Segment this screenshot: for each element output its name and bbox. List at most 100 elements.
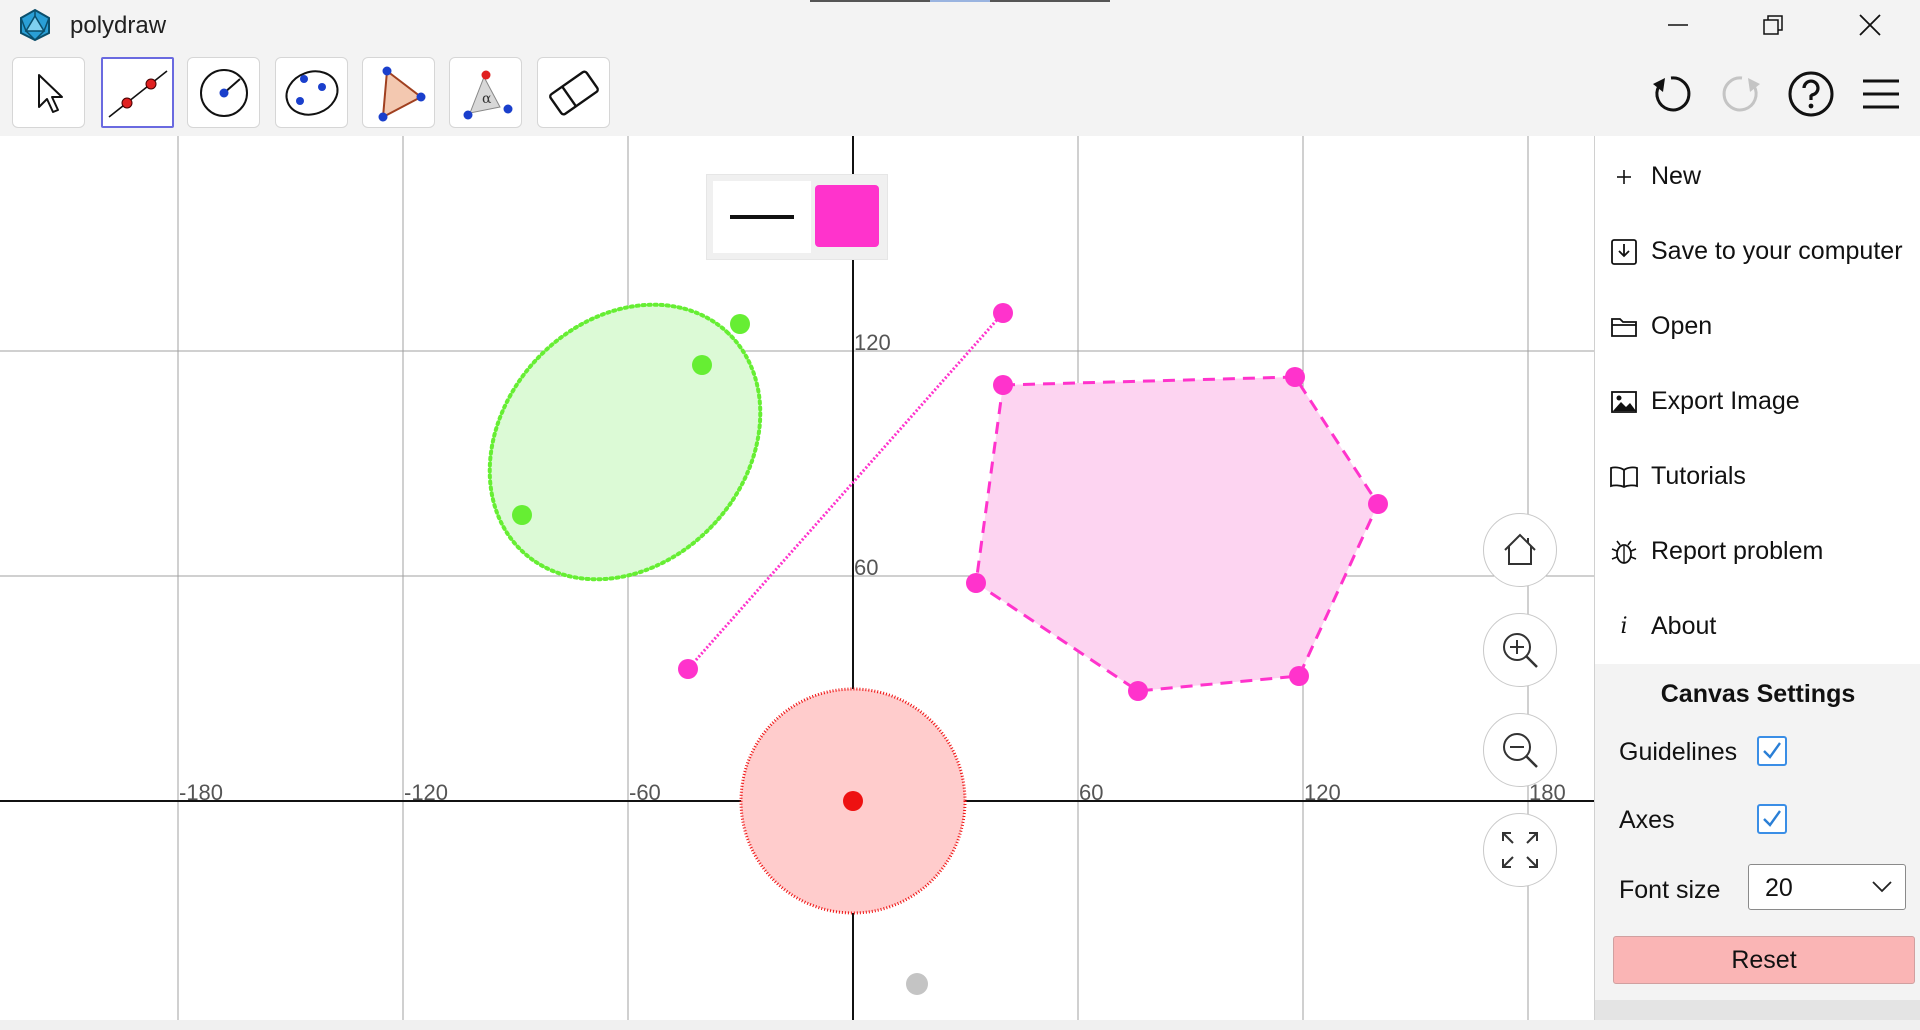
home-view-button[interactable] bbox=[1483, 513, 1557, 587]
line-tool-button[interactable] bbox=[101, 57, 174, 128]
menu-item-label: New bbox=[1651, 162, 1702, 190]
ellipse-tool-icon bbox=[285, 69, 338, 116]
angle-tool-icon: α bbox=[463, 70, 512, 119]
y-axis-tick-label: 120 bbox=[854, 330, 891, 355]
svg-text:α: α bbox=[482, 91, 492, 107]
menu-item-tutorials[interactable]: Tutorials bbox=[1595, 439, 1920, 514]
menu-item-label: Tutorials bbox=[1651, 462, 1746, 490]
ellipse-control-point bbox=[730, 314, 750, 334]
reset-button[interactable]: Reset bbox=[1613, 936, 1915, 984]
hamburger-menu-icon bbox=[1863, 79, 1899, 109]
angle-tool-button[interactable]: α bbox=[449, 57, 522, 128]
close-icon bbox=[1859, 14, 1881, 36]
checkmark-icon bbox=[1763, 810, 1781, 827]
image-icon bbox=[1611, 390, 1637, 413]
chevron-down-icon bbox=[1872, 881, 1892, 893]
select-tool-button[interactable] bbox=[12, 57, 85, 128]
settings-footer bbox=[1595, 1000, 1920, 1020]
guidelines-label: Guidelines bbox=[1619, 738, 1738, 766]
status-strip bbox=[0, 1020, 1920, 1030]
circle-tool-button[interactable] bbox=[187, 57, 260, 128]
undo-icon bbox=[1653, 76, 1691, 112]
zoom-in-icon bbox=[1503, 633, 1538, 668]
menu-item-label: Export Image bbox=[1651, 387, 1800, 415]
drawing-canvas[interactable]: -180-120-6006012018060120 bbox=[0, 136, 1594, 1020]
polygon-vertex bbox=[993, 375, 1013, 395]
x-axis-tick-label: -120 bbox=[404, 780, 448, 805]
menu-item-about[interactable]: i About bbox=[1595, 589, 1920, 664]
hamburger-menu-button[interactable] bbox=[1855, 68, 1907, 120]
circle-center-point bbox=[843, 791, 863, 811]
restore-icon bbox=[1763, 15, 1783, 35]
help-button[interactable] bbox=[1785, 68, 1837, 120]
minimize-button[interactable] bbox=[1646, 0, 1710, 50]
fullscreen-icon bbox=[1502, 832, 1538, 868]
folder-icon bbox=[1611, 317, 1637, 337]
canvas-settings-title: Canvas Settings bbox=[1660, 680, 1856, 708]
line-style-button[interactable] bbox=[713, 181, 811, 253]
line-tool-icon bbox=[108, 69, 167, 118]
color-swatch-button[interactable] bbox=[815, 185, 879, 247]
undo-button[interactable] bbox=[1645, 68, 1697, 120]
polygon-vertex bbox=[966, 573, 986, 593]
zoom-out-icon bbox=[1503, 733, 1538, 768]
checkmark-icon bbox=[1763, 742, 1781, 759]
pink-polygon bbox=[974, 375, 1380, 693]
redo-icon bbox=[1722, 76, 1760, 112]
ellipse-control-point bbox=[692, 355, 712, 375]
cursor-dot bbox=[906, 973, 928, 995]
polygon-vertex bbox=[1128, 681, 1148, 701]
guidelines-checkbox[interactable] bbox=[1757, 736, 1787, 766]
zoom-in-button[interactable] bbox=[1483, 613, 1557, 687]
home-icon bbox=[1504, 533, 1536, 565]
x-axis-tick-label: 60 bbox=[1079, 780, 1103, 805]
menu-item-label: Save to your computer bbox=[1651, 237, 1903, 265]
pointer-icon bbox=[37, 73, 63, 113]
fullscreen-button[interactable] bbox=[1483, 813, 1557, 887]
polygon-vertex bbox=[1368, 494, 1388, 514]
menu-item-report-problem[interactable]: Report problem bbox=[1595, 514, 1920, 589]
info-icon: i bbox=[1620, 614, 1628, 639]
menu-item-new[interactable]: New bbox=[1595, 139, 1920, 214]
menu-item-export-image[interactable]: Export Image bbox=[1595, 364, 1920, 439]
polygon-vertex bbox=[1289, 666, 1309, 686]
title-bar: polydraw bbox=[0, 0, 1920, 50]
toolbar: α bbox=[0, 50, 1920, 136]
title-progress-line bbox=[810, 0, 1110, 2]
font-size-label: Font size bbox=[1619, 876, 1721, 904]
line-endpoint bbox=[993, 303, 1013, 323]
eraser-icon bbox=[548, 70, 599, 115]
side-menu: New Save to your computer Open Export Im… bbox=[1594, 136, 1920, 1020]
menu-item-label: Report problem bbox=[1651, 537, 1824, 565]
polydraw-logo-icon bbox=[20, 8, 50, 42]
redo-button[interactable] bbox=[1716, 68, 1768, 120]
axes-label: Axes bbox=[1619, 806, 1675, 834]
menu-item-open[interactable]: Open bbox=[1595, 289, 1920, 364]
coordinate-plane[interactable]: -180-120-6006012018060120 bbox=[0, 136, 1594, 1020]
save-download-icon bbox=[1611, 238, 1637, 265]
y-axis-tick-label: 60 bbox=[854, 555, 878, 580]
circle-tool-icon bbox=[199, 68, 248, 117]
line-endpoint bbox=[678, 659, 698, 679]
help-icon bbox=[1788, 71, 1834, 117]
x-axis-tick-label: -180 bbox=[179, 780, 223, 805]
zoom-out-button[interactable] bbox=[1483, 713, 1557, 787]
menu-item-save[interactable]: Save to your computer bbox=[1595, 214, 1920, 289]
restore-button[interactable] bbox=[1741, 0, 1805, 50]
style-popup bbox=[706, 174, 888, 260]
menu-item-label: Open bbox=[1651, 312, 1713, 340]
axes-checkbox[interactable] bbox=[1757, 804, 1787, 834]
x-axis-tick-label: 120 bbox=[1304, 780, 1341, 805]
green-ellipse bbox=[487, 302, 763, 582]
ellipse-tool-button[interactable] bbox=[275, 57, 348, 128]
font-size-select[interactable]: 20 bbox=[1748, 864, 1906, 910]
close-button[interactable] bbox=[1838, 0, 1902, 50]
ellipse-control-point bbox=[512, 505, 532, 525]
eraser-tool-button[interactable] bbox=[537, 57, 610, 128]
bug-icon bbox=[1611, 540, 1637, 564]
shapes bbox=[487, 302, 1388, 995]
app-title: polydraw bbox=[70, 12, 167, 39]
polygon-vertex bbox=[1285, 367, 1305, 387]
polygon-tool-button[interactable] bbox=[362, 57, 435, 128]
book-icon bbox=[1610, 466, 1638, 488]
